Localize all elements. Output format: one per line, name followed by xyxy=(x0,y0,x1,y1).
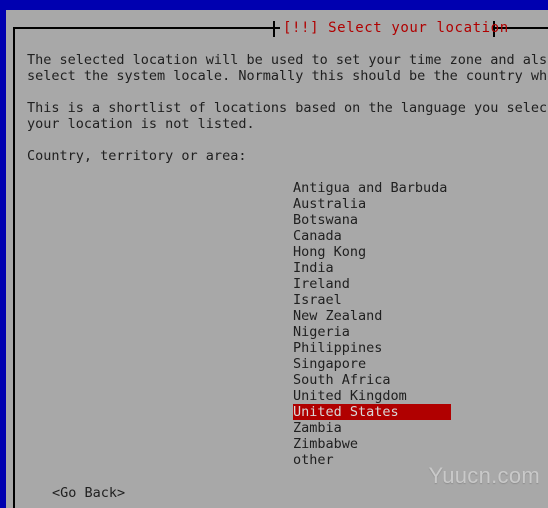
description-paragraph-2: This is a shortlist of locations based o… xyxy=(27,100,548,132)
list-item[interactable]: New Zealand xyxy=(293,308,543,324)
list-item[interactable]: United Kingdom xyxy=(293,388,543,404)
go-back-button[interactable]: <Go Back> xyxy=(52,485,125,501)
list-item[interactable]: Singapore xyxy=(293,356,543,372)
list-item[interactable]: Ireland xyxy=(293,276,543,292)
list-item[interactable]: Zambia xyxy=(293,420,543,436)
select-location-dialog: [!!] Select your location The selected l… xyxy=(6,10,548,508)
list-item[interactable]: Philippines xyxy=(293,340,543,356)
dialog-border-top-left xyxy=(13,27,280,29)
list-item[interactable]: Israel xyxy=(293,292,543,308)
list-item[interactable]: South Africa xyxy=(293,372,543,388)
country-list[interactable]: Antigua and Barbuda Australia Botswana C… xyxy=(293,180,543,468)
list-item[interactable]: Antigua and Barbuda xyxy=(293,180,543,196)
description-paragraph-1: The selected location will be used to se… xyxy=(27,52,548,84)
desktop-backdrop-top xyxy=(0,0,548,10)
list-item[interactable]: Canada xyxy=(293,228,543,244)
list-item[interactable]: Hong Kong xyxy=(293,244,543,260)
list-item[interactable]: Botswana xyxy=(293,212,543,228)
dialog-border-left xyxy=(13,27,15,508)
installer-screen: [!!] Select your location The selected l… xyxy=(0,0,548,508)
list-item[interactable]: Australia xyxy=(293,196,543,212)
list-item[interactable]: Zimbabwe xyxy=(293,436,543,452)
watermark: Yuucn.com xyxy=(428,463,540,488)
list-item-selected[interactable]: United States xyxy=(293,404,451,420)
list-item[interactable]: Nigeria xyxy=(293,324,543,340)
list-item[interactable]: India xyxy=(293,260,543,276)
dialog-border-tick-left xyxy=(273,21,275,37)
country-list-label: Country, territory or area: xyxy=(27,148,247,164)
dialog-title: [!!] Select your location xyxy=(283,20,509,36)
